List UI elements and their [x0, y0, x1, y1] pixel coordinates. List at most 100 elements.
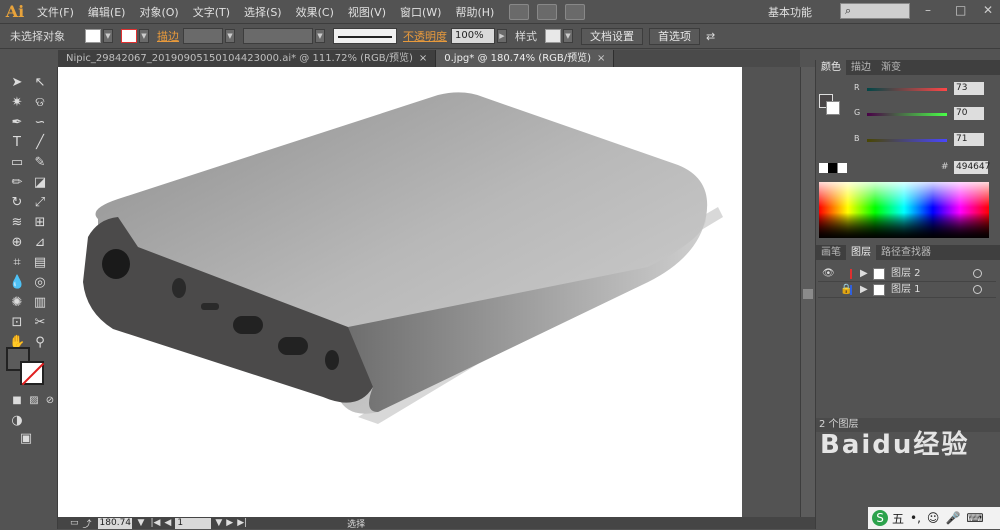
slice-tool-icon[interactable]: ✂: [32, 315, 48, 331]
menu-effect[interactable]: 效果(C): [289, 4, 341, 20]
mesh-tool-icon[interactable]: ⌗: [9, 255, 25, 271]
color-spectrum[interactable]: [819, 182, 989, 238]
workspace-switcher[interactable]: 基本功能: [768, 4, 812, 20]
shape-builder-tool-icon[interactable]: ⊕: [9, 235, 25, 251]
punctuation-icon[interactable]: •,: [910, 511, 921, 525]
stroke-weight-field[interactable]: [183, 28, 223, 44]
ime-mode[interactable]: 五: [892, 510, 904, 527]
artboard-dropdown-icon[interactable]: ▼: [215, 518, 222, 528]
preferences-button[interactable]: 首选项: [649, 27, 700, 45]
variable-width-dropdown[interactable]: ▼: [315, 29, 325, 43]
fill-dropdown[interactable]: ▼: [103, 29, 113, 43]
blend-tool-icon[interactable]: ◎: [32, 275, 48, 291]
red-value[interactable]: 73: [954, 82, 984, 95]
curvature-tool-icon[interactable]: ∽: [32, 115, 48, 131]
menu-object[interactable]: 对象(O): [132, 4, 185, 20]
menu-window[interactable]: 窗口(W): [393, 4, 448, 20]
next-artboard-icon[interactable]: ▶: [226, 518, 233, 528]
layer-row[interactable]: 👁 ▶ 图层 2: [818, 266, 996, 282]
microphone-icon[interactable]: 🎤: [945, 511, 960, 525]
screen-mode-icon[interactable]: ▣: [18, 431, 34, 447]
bridge-icon[interactable]: [509, 3, 530, 20]
tab-pathfinder[interactable]: 路径查找器: [876, 245, 936, 260]
opacity-field[interactable]: 100%: [451, 28, 495, 44]
graphic-style-swatch[interactable]: [545, 29, 561, 43]
menu-edit[interactable]: 编辑(E): [81, 4, 133, 20]
graphic-style-dropdown[interactable]: ▼: [563, 29, 573, 43]
pen-tool-icon[interactable]: ✒: [9, 115, 25, 131]
close-icon[interactable]: ×: [419, 53, 427, 64]
direct-selection-tool-icon[interactable]: ↖: [32, 75, 48, 91]
line-tool-icon[interactable]: ╱: [32, 135, 48, 151]
width-tool-icon[interactable]: ≋: [9, 215, 25, 231]
gradient-mode-icon[interactable]: ▨: [26, 393, 42, 409]
magic-wand-tool-icon[interactable]: ✷: [9, 95, 25, 111]
target-circle-icon[interactable]: [973, 285, 982, 294]
paintbrush-tool-icon[interactable]: ✎: [32, 155, 48, 171]
scrollbar-thumb[interactable]: [803, 289, 813, 299]
quick-swatches[interactable]: [819, 163, 847, 173]
rotate-tool-icon[interactable]: ↻: [9, 195, 25, 211]
emoji-icon[interactable]: ☺: [927, 511, 940, 525]
expand-arrow-icon[interactable]: ▶: [860, 266, 868, 282]
menu-help[interactable]: 帮助(H): [448, 4, 501, 20]
zoom-dropdown-icon[interactable]: ▼: [138, 518, 145, 528]
tab-layers[interactable]: 图层: [846, 245, 876, 260]
tab-gradient[interactable]: 渐变: [876, 60, 906, 75]
menu-file[interactable]: 文件(F): [30, 4, 81, 20]
draw-mode-icon[interactable]: ◑: [9, 413, 25, 429]
arrange-documents-icon[interactable]: [537, 3, 558, 20]
artboard-tool-icon[interactable]: ⊡: [9, 315, 25, 331]
free-transform-tool-icon[interactable]: ⊞: [32, 215, 48, 231]
gradient-tool-icon[interactable]: ▤: [32, 255, 48, 271]
minimize-icon[interactable]: –: [925, 4, 937, 16]
none-mode-icon[interactable]: ⊘: [42, 393, 58, 409]
tab-document-2[interactable]: 0.jpg* @ 180.74% (RGB/预览) ×: [436, 50, 615, 67]
menu-type[interactable]: 文字(T): [186, 4, 237, 20]
eraser-tool-icon[interactable]: ◪: [32, 175, 48, 191]
variable-width-field[interactable]: [243, 28, 313, 44]
symbol-sprayer-tool-icon[interactable]: ✺: [9, 295, 25, 311]
tab-document-1[interactable]: Nipic_29842067_20190905150104423000.ai* …: [58, 50, 437, 67]
document-setup-button[interactable]: 文档设置: [581, 27, 643, 45]
zoom-tool-icon[interactable]: ⚲: [32, 335, 48, 351]
menu-select[interactable]: 选择(S): [237, 4, 289, 20]
prev-artboard-icon[interactable]: ◀: [164, 518, 171, 528]
stroke-swatch[interactable]: [121, 29, 137, 43]
blue-slider[interactable]: [867, 139, 947, 142]
keyboard-icon[interactable]: ⌨: [966, 511, 983, 525]
fill-swatch[interactable]: [85, 29, 101, 43]
opacity-label[interactable]: 不透明度: [403, 28, 447, 44]
target-circle-icon[interactable]: [973, 269, 982, 278]
artboard[interactable]: [58, 67, 742, 517]
sogou-icon[interactable]: S: [872, 510, 888, 526]
last-artboard-icon[interactable]: ▶|: [237, 518, 247, 528]
rectangle-tool-icon[interactable]: ▭: [9, 155, 25, 171]
perspective-grid-tool-icon[interactable]: ⊿: [32, 235, 48, 251]
stroke-label[interactable]: 描边: [157, 28, 179, 44]
color-mode-icon[interactable]: ■: [9, 393, 25, 409]
zoom-field[interactable]: 180.74: [97, 517, 132, 529]
tab-stroke[interactable]: 描边: [846, 60, 876, 75]
pencil-tool-icon[interactable]: ✏: [9, 175, 25, 191]
layer-row[interactable]: 🔒 ▶ 图层 1: [818, 282, 996, 298]
artboard-number-field[interactable]: 1: [175, 517, 212, 529]
scale-tool-icon[interactable]: ⤢: [32, 195, 48, 211]
red-slider[interactable]: [867, 88, 947, 91]
blue-value[interactable]: 71: [954, 133, 984, 146]
maximize-icon[interactable]: □: [955, 4, 967, 16]
visibility-eye-icon[interactable]: 👁: [822, 266, 835, 282]
green-value[interactable]: 70: [954, 107, 984, 120]
stroke-weight-dropdown[interactable]: ▼: [225, 29, 235, 43]
arrange-icon[interactable]: ⇄: [706, 30, 715, 43]
close-icon[interactable]: ✕: [983, 4, 995, 16]
green-slider[interactable]: [867, 113, 947, 116]
menu-view[interactable]: 视图(V): [341, 4, 393, 20]
first-artboard-icon[interactable]: |◀: [150, 518, 160, 528]
close-icon[interactable]: ×: [597, 53, 605, 64]
stroke-dropdown[interactable]: ▼: [139, 29, 149, 43]
selection-tool-icon[interactable]: ➤: [9, 75, 25, 91]
panel-stroke-swatch[interactable]: [826, 101, 840, 115]
vertical-scrollbar[interactable]: [800, 67, 815, 517]
sync-icon[interactable]: [565, 3, 586, 20]
